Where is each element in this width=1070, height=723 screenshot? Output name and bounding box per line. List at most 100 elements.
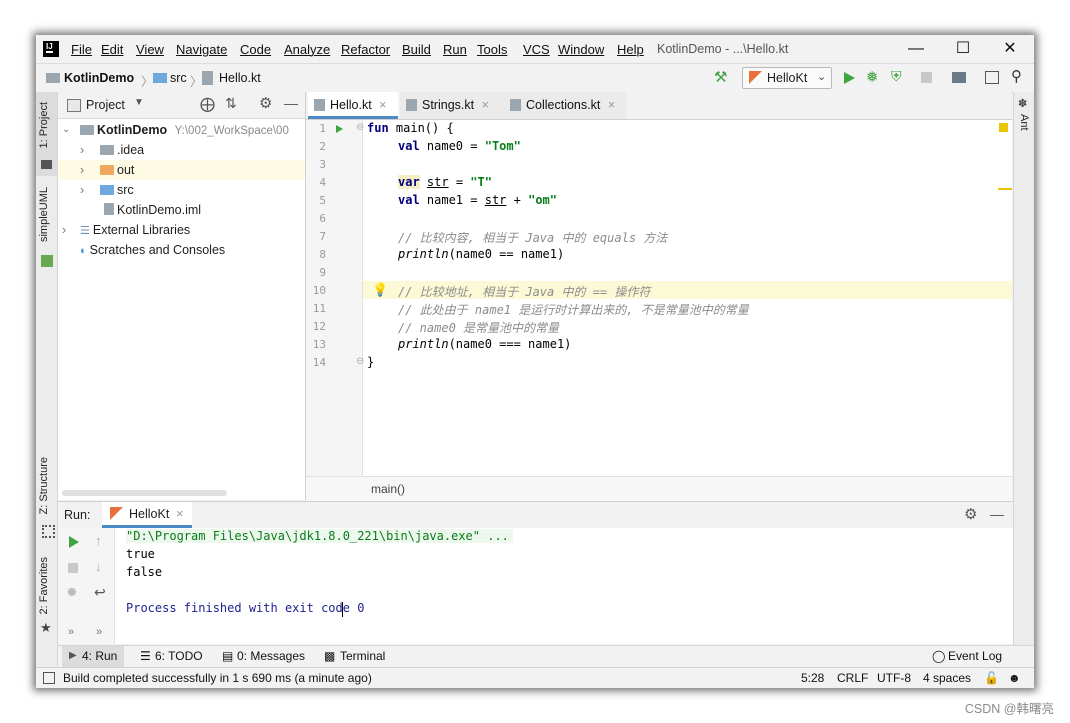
menu-analyze[interactable]: Analyze — [284, 42, 330, 57]
fold-icon[interactable]: ⊖ — [356, 356, 364, 367]
tool-tab-project[interactable]: 1: Project — [38, 102, 50, 148]
menu-navigate[interactable]: Navigate — [176, 42, 227, 57]
lock-icon[interactable]: 🔓 — [984, 671, 999, 685]
rerun-icon[interactable] — [69, 536, 79, 548]
breadcrumb-separator-icon: 〉 — [190, 75, 203, 89]
lightbulb-icon[interactable]: 💡 — [372, 282, 388, 298]
code-line-12: // name0 是常量池中的常量 — [398, 321, 560, 335]
tree-item-scratches[interactable]: ◐ Scratches and Consoles — [58, 240, 305, 260]
stop-icon[interactable] — [921, 72, 932, 83]
menu-view[interactable]: View — [136, 42, 164, 57]
run-panel-label: Run: — [64, 508, 91, 522]
maximize-icon[interactable]: ☐ — [951, 39, 975, 59]
tool-window-terminal[interactable]: Terminal — [340, 649, 385, 663]
breadcrumb-file[interactable]: Hello.kt — [219, 71, 261, 85]
tree-item-out[interactable]: › out — [58, 160, 305, 180]
arrow-down-icon[interactable]: ↓ — [95, 559, 102, 574]
chevron-right-icon: › — [80, 143, 85, 157]
project-structure-icon[interactable] — [952, 72, 966, 83]
chevron-down-icon[interactable]: ▼ — [134, 97, 144, 108]
horizontal-scrollbar[interactable] — [62, 490, 227, 496]
tree-item-src[interactable]: › src — [58, 180, 305, 200]
status-panel-icon[interactable] — [43, 672, 55, 684]
hide-panel-icon[interactable]: — — [990, 506, 1004, 522]
tab-collections-kt[interactable]: Collections.kt × — [504, 92, 626, 119]
tool-tab-simpleuml[interactable]: simpleUML — [38, 187, 50, 242]
caret-position[interactable]: 5:28 — [801, 671, 824, 685]
tree-path-hint: Y:\002_WorkSpace\00 — [174, 125, 289, 137]
close-icon[interactable]: × — [176, 507, 183, 521]
run-tab[interactable]: HelloKt × — [102, 502, 192, 528]
run-configuration-selector[interactable]: HelloKt ⌄ — [742, 67, 832, 89]
tab-hello-kt[interactable]: Hello.kt × — [308, 92, 398, 119]
warning-marker-icon[interactable] — [999, 123, 1008, 132]
indent-setting[interactable]: 4 spaces — [923, 671, 971, 685]
kotlin-icon — [749, 71, 762, 84]
tree-item-idea[interactable]: › .idea — [58, 140, 305, 160]
menu-edit[interactable]: Edit — [101, 42, 123, 57]
close-icon[interactable]: ✕ — [998, 39, 1022, 59]
inspector-icon[interactable]: ☻ — [1008, 671, 1021, 685]
breadcrumb-src[interactable]: src — [170, 71, 187, 85]
tool-tab-ant[interactable]: Ant — [1018, 114, 1030, 131]
tool-window-run[interactable]: ▶ 4: Run — [62, 646, 124, 668]
terminal-icon: ▩ — [324, 649, 336, 663]
tool-window-messages[interactable]: 0: Messages — [237, 649, 305, 663]
more-icon[interactable]: » — [96, 626, 102, 638]
project-view-label[interactable]: Project — [86, 98, 125, 112]
tab-label: Hello.kt — [330, 98, 372, 112]
tool-tab-structure[interactable]: Z: Structure — [38, 457, 50, 514]
editor-breadcrumb[interactable]: main() — [371, 482, 405, 496]
close-icon[interactable]: × — [482, 98, 489, 112]
minimize-icon[interactable]: — — [904, 39, 928, 59]
tool-window-todo[interactable]: 6: TODO — [155, 649, 203, 663]
fold-icon[interactable]: ⊖ — [356, 122, 364, 133]
menu-refactor[interactable]: Refactor — [341, 42, 390, 57]
stop-icon[interactable] — [68, 563, 78, 573]
tool-tab-favorites[interactable]: 2: Favorites — [38, 557, 50, 614]
uml-icon — [41, 255, 53, 267]
menu-help[interactable]: Help — [617, 42, 644, 57]
file-encoding[interactable]: UTF-8 — [877, 671, 911, 685]
menu-run[interactable]: Run — [443, 42, 467, 57]
chevron-right-icon: › — [62, 223, 67, 237]
close-icon[interactable]: × — [379, 98, 386, 112]
tree-item-project-root[interactable]: ⌄ KotlinDemo Y:\002_WorkSpace\00 — [58, 120, 305, 140]
line-number: 9 — [319, 266, 326, 279]
menu-vcs[interactable]: VCS — [523, 42, 550, 57]
status-message[interactable]: Build completed successfully in 1 s 690 … — [63, 671, 372, 685]
menu-tools[interactable]: Tools — [477, 42, 507, 57]
layout-icon[interactable] — [985, 71, 999, 84]
run-console[interactable]: ↑ ↓ ✸ ↩ » » "D:\Program Files\Java\jdk1.… — [58, 528, 1013, 644]
menu-code[interactable]: Code — [240, 42, 271, 57]
run-gutter-icon[interactable] — [336, 125, 343, 133]
kotlin-file-icon — [202, 71, 213, 85]
search-icon[interactable]: ⚲ — [1011, 67, 1022, 85]
locate-icon[interactable]: ⨁ — [200, 95, 215, 113]
breadcrumb-project[interactable]: KotlinDemo — [64, 71, 134, 85]
menu-window[interactable]: Window — [558, 42, 604, 57]
tree-item-iml[interactable]: KotlinDemo.iml — [58, 200, 305, 220]
tool-window-event-log[interactable]: Event Log — [948, 649, 1002, 663]
collapse-icon[interactable]: ⇅ — [225, 95, 237, 112]
coverage-icon[interactable]: ⛨ — [891, 68, 902, 85]
restore-layout-icon[interactable]: ✸ — [66, 584, 78, 601]
gear-icon[interactable]: ⚙ — [259, 94, 272, 112]
gear-icon[interactable]: ⚙ — [964, 505, 977, 523]
kotlin-icon — [110, 507, 123, 520]
line-separator[interactable]: CRLF — [837, 671, 868, 685]
debug-icon[interactable]: ❅ — [866, 68, 879, 86]
arrow-up-icon[interactable]: ↑ — [95, 533, 102, 548]
run-icon[interactable] — [844, 72, 855, 84]
code-editor[interactable]: 1 2 3 4 5 6 7 8 9 10 11 12 13 14 ⊖ ⊖ 💡 f… — [306, 120, 1012, 476]
close-icon[interactable]: × — [608, 98, 615, 112]
build-hammer-icon[interactable]: ⚒ — [714, 68, 727, 86]
menu-build[interactable]: Build — [402, 42, 431, 57]
tree-item-external-libraries[interactable]: › ☰ External Libraries — [58, 220, 305, 240]
soft-wrap-icon[interactable]: ↩ — [94, 584, 106, 601]
menu-file[interactable]: File — [71, 42, 92, 57]
source-folder-icon — [100, 185, 114, 195]
more-icon[interactable]: » — [68, 626, 74, 638]
tab-strings-kt[interactable]: Strings.kt × — [400, 92, 508, 119]
hide-panel-icon[interactable]: — — [284, 95, 298, 111]
